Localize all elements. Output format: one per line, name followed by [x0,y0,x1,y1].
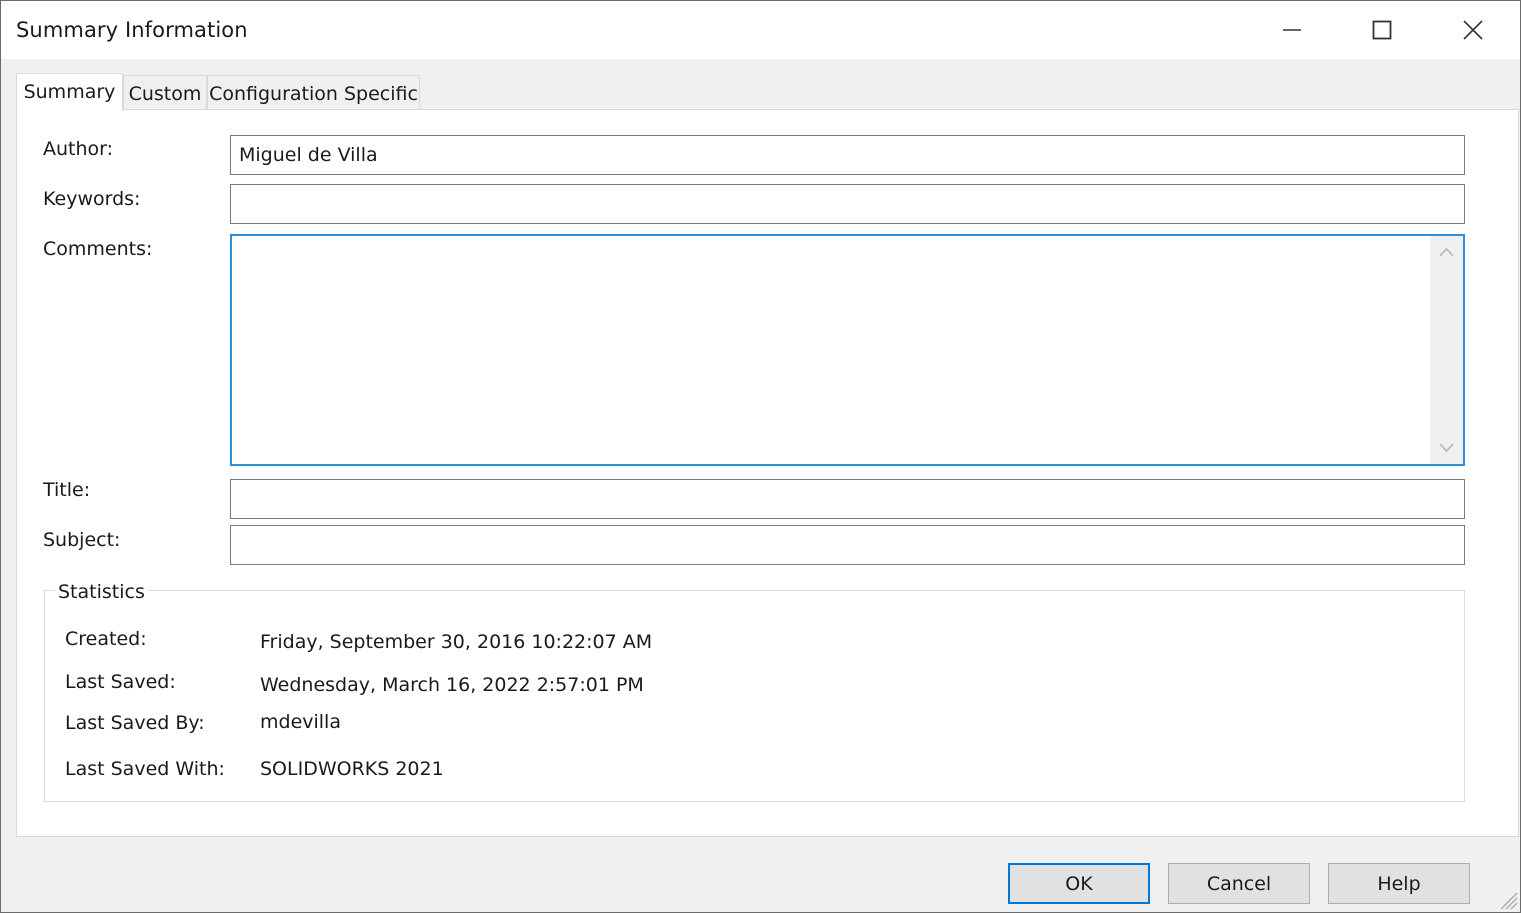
last-saved-by-label: Last Saved By: [65,712,205,734]
created-value: Friday, September 30, 2016 10:22:07 AM [260,631,653,653]
keywords-label: Keywords: [43,188,141,210]
window-title: Summary Information [16,18,248,42]
last-saved-label: Last Saved: [65,671,176,693]
author-field[interactable] [230,135,1465,175]
tab-custom[interactable]: Custom [123,75,207,110]
tab-configuration-specific[interactable]: Configuration Specific [207,75,420,110]
minimize-button[interactable] [1247,1,1337,59]
resize-grip-icon[interactable] [1496,888,1518,910]
help-button[interactable]: Help [1328,863,1470,904]
last-saved-with-label: Last Saved With: [65,758,225,780]
comments-label: Comments: [43,238,153,260]
ok-button[interactable]: OK [1008,863,1150,904]
title-field[interactable] [230,479,1465,519]
subject-label: Subject: [43,529,121,551]
summary-information-dialog: Summary Information Summary Custom Confi… [0,0,1521,913]
subject-field[interactable] [230,525,1465,565]
comments-box [230,234,1465,466]
maximize-icon [1372,20,1392,40]
statistics-group [44,590,1465,802]
statistics-heading: Statistics [55,581,148,603]
created-label: Created: [65,628,147,650]
summary-tab-panel: Author: Keywords: Comments: Title: Subje… [16,109,1519,837]
tab-summary[interactable]: Summary [16,73,123,111]
minimize-icon [1283,29,1301,31]
maximize-button[interactable] [1337,1,1427,59]
comments-field[interactable] [232,236,1427,464]
close-icon [1463,20,1483,40]
last-saved-with-value: SOLIDWORKS 2021 [260,758,444,780]
scroll-up-icon[interactable] [1438,244,1455,261]
scroll-down-icon[interactable] [1438,439,1455,456]
close-button[interactable] [1428,1,1518,59]
keywords-field[interactable] [230,184,1465,224]
comments-scrollbar[interactable] [1430,236,1463,464]
title-label: Title: [43,479,91,501]
last-saved-by-value: mdevilla [260,711,341,733]
author-label: Author: [43,138,114,160]
cancel-button[interactable]: Cancel [1168,863,1310,904]
last-saved-value: Wednesday, March 16, 2022 2:57:01 PM [260,674,644,696]
title-bar[interactable]: Summary Information [1,1,1520,59]
